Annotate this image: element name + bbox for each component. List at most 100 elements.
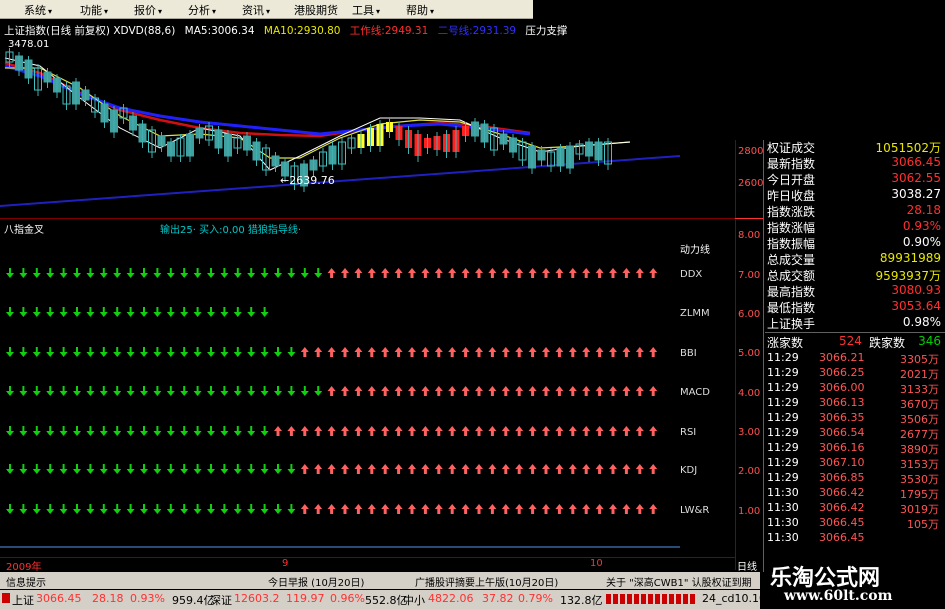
buy-arrow <box>528 426 537 436</box>
buy-arrow <box>341 504 349 514</box>
buy-arrow <box>635 504 644 514</box>
ma5-line <box>4 57 631 171</box>
buy-arrow <box>421 386 430 396</box>
tick-time: 11:29 <box>767 366 799 379</box>
buy-arrow <box>622 426 631 436</box>
sell-arrow <box>86 426 95 436</box>
tick-price: 3066.13 <box>819 396 865 409</box>
info-tip[interactable]: 信息提示 <box>6 574 46 589</box>
sell-arrow <box>59 307 68 317</box>
news-morning[interactable]: 今日早报 (10月20日) <box>268 574 364 589</box>
sell-arrow <box>113 268 122 278</box>
sell-arrow <box>220 307 229 317</box>
sz-price: 12603.2 <box>234 592 280 605</box>
news-warrant[interactable]: 关于 "深高CWB1" 认股权证到期 <box>606 574 752 589</box>
stat-value: 3062.55 <box>891 171 941 185</box>
buy-arrow <box>300 464 309 474</box>
buy-arrow <box>274 426 282 436</box>
stat-label: 昨日收盘 <box>767 189 816 203</box>
stat-label: 指数涨跌 <box>767 205 816 219</box>
axis-divider <box>735 140 736 570</box>
buy-arrow <box>488 386 497 396</box>
sell-arrow <box>19 386 28 396</box>
buy-arrow <box>622 386 631 396</box>
tick-price: 3066.25 <box>819 366 865 379</box>
sell-arrow <box>180 268 189 278</box>
buy-arrow <box>515 386 524 396</box>
sell-arrow <box>46 504 55 514</box>
buy-arrow <box>314 347 323 357</box>
buy-arrow <box>381 386 390 396</box>
news-review[interactable]: 广播股评摘要上午版(10月20日) <box>415 574 558 589</box>
sell-arrow <box>73 307 81 317</box>
high-price-label: 3478.01 <box>8 39 49 50</box>
sell-arrow <box>73 347 81 357</box>
menu-help[interactable]: 帮助 ▾ <box>406 2 434 18</box>
buy-arrow <box>501 386 510 396</box>
sell-arrow <box>220 426 229 436</box>
sell-arrow <box>220 504 229 514</box>
buy-arrow <box>381 464 390 474</box>
price-tick: 2800 <box>738 146 764 157</box>
tick-row: 11:30 3066.42 3019万 <box>767 501 943 517</box>
sell-arrow <box>153 464 162 474</box>
menu-system[interactable]: 系统 ▾ <box>24 2 52 18</box>
buy-arrow <box>555 268 564 278</box>
buy-arrow <box>542 268 550 278</box>
sell-arrow <box>166 504 175 514</box>
buy-arrow <box>475 464 483 474</box>
market-bar-icon <box>606 594 696 604</box>
menu-analysis[interactable]: 分析 ▾ <box>188 2 216 18</box>
buy-arrow <box>528 504 537 514</box>
buy-arrow <box>595 504 604 514</box>
buy-arrow <box>555 504 564 514</box>
sell-arrow <box>153 386 162 396</box>
sell-arrow <box>113 426 122 436</box>
buy-arrow <box>327 464 336 474</box>
tick-volume: 3019万 <box>900 503 939 516</box>
buy-arrow <box>408 464 416 474</box>
buy-arrow <box>434 464 443 474</box>
candlestick-chart[interactable]: 3478.01 ←2639.76 <box>0 38 735 218</box>
sell-arrow <box>73 386 81 396</box>
menu-hk-futures[interactable]: 港股期货 <box>294 2 338 18</box>
buy-arrow <box>568 386 577 396</box>
indicator-label-lwr: LW&R <box>680 505 710 516</box>
sell-arrow <box>233 268 242 278</box>
buy-arrow <box>609 268 617 278</box>
sell-arrow <box>166 307 175 317</box>
menu-news[interactable]: 资讯 ▾ <box>242 2 270 18</box>
buy-arrow <box>381 426 390 436</box>
sell-arrow <box>233 307 242 317</box>
sell-arrow <box>274 504 282 514</box>
short-line-value: 二号线:2931.39 <box>437 25 517 37</box>
buy-arrow <box>635 386 644 396</box>
down-count: 346 <box>918 334 941 348</box>
buy-arrow <box>635 347 644 357</box>
sh-percent: 0.93% <box>130 592 165 605</box>
indicator-tick: 3.00 <box>738 427 761 438</box>
sell-arrow <box>6 268 14 278</box>
buy-arrow <box>354 426 363 436</box>
menu-function[interactable]: 功能 ▾ <box>80 2 108 18</box>
buy-arrow <box>582 268 591 278</box>
tick-time: 11:29 <box>767 381 799 394</box>
sell-arrow <box>140 386 148 396</box>
buy-arrow <box>568 464 577 474</box>
buy-arrow <box>609 426 617 436</box>
menu-quote[interactable]: 报价 ▾ <box>134 2 162 18</box>
tick-price: 3067.10 <box>819 456 865 469</box>
buy-arrow <box>568 426 577 436</box>
buy-arrow <box>448 268 457 278</box>
stat-row: 总成交额 9593937万 <box>767 267 943 283</box>
ma10-value: MA10:2930.80 <box>263 25 341 37</box>
sell-arrow <box>59 464 68 474</box>
menu-tools[interactable]: 工具 ▾ <box>352 2 380 18</box>
sell-arrow <box>86 386 95 396</box>
buy-arrow <box>381 347 390 357</box>
stat-row: 指数涨跌 28.18 <box>767 203 943 219</box>
sell-arrow <box>180 347 189 357</box>
buy-arrow <box>649 347 658 357</box>
buy-arrow <box>381 268 390 278</box>
stat-value: 0.98% <box>902 315 941 329</box>
